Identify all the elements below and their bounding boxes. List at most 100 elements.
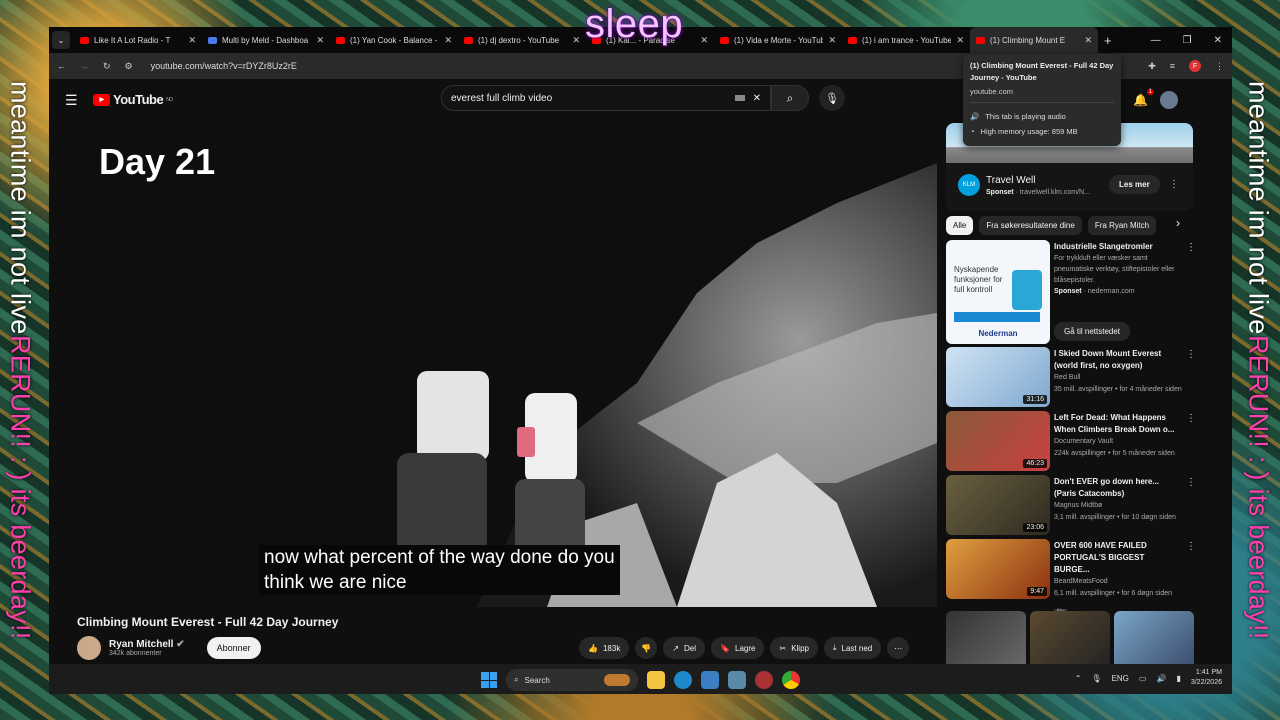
related-sidebar: KLM Travel Well Sponset · travelwell.klm… — [946, 123, 1196, 694]
guide-menu-icon[interactable]: ☰ — [65, 92, 78, 109]
volume-icon[interactable]: 🔊 — [1156, 674, 1166, 683]
video-menu-icon[interactable]: ⋮ — [1186, 413, 1196, 424]
browser-tab[interactable]: (1) i am trance - YouTube ✕ — [842, 27, 970, 53]
back-button[interactable]: ← — [57, 61, 66, 71]
verified-icon: ✔ — [176, 639, 185, 650]
browser-tab[interactable]: Like It A Lot Radio - T ✕ — [74, 27, 202, 53]
app-icon[interactable] — [728, 671, 746, 689]
recommended-meta: 3,1 mill. avspillinger • for 10 døgn sid… — [1054, 514, 1176, 521]
browser-tab[interactable]: (1) Yan Cook - Balance - Y ✕ — [330, 27, 458, 53]
chip-all[interactable]: Alle — [946, 216, 974, 235]
recommended-video[interactable]: 9:47 OVER 600 HAVE FAILED PORTUGAL'S BIGG… — [946, 539, 1196, 615]
ad-menu-icon[interactable]: ⋮ — [1169, 179, 1179, 190]
close-tab-icon[interactable]: ✕ — [188, 35, 196, 46]
close-tab-icon[interactable]: ✕ — [444, 35, 452, 46]
close-tab-icon[interactable]: ✕ — [316, 35, 324, 46]
thumbnail[interactable] — [1114, 611, 1194, 671]
close-tab-icon[interactable]: ✕ — [572, 35, 580, 46]
video-menu-icon[interactable]: ⋮ — [1186, 349, 1196, 360]
network-icon[interactable]: ▭ — [1139, 674, 1147, 683]
recommended-video[interactable]: 46:23 Left For Dead: What Happens When Cl… — [946, 411, 1196, 473]
tray-overflow-icon[interactable]: ⌃ — [1075, 674, 1082, 683]
more-actions-button[interactable]: ⋯ — [887, 637, 910, 659]
visit-site-button[interactable]: Gå til nettstedet — [1054, 322, 1131, 341]
reading-list-icon[interactable]: ≡ — [1170, 61, 1175, 71]
video-title: Climbing Mount Everest - Full 42 Day Jou… — [77, 615, 339, 629]
youtube-favicon-icon — [720, 36, 729, 44]
battery-icon[interactable]: ▮ — [1176, 674, 1180, 683]
thumbnail[interactable] — [1030, 611, 1110, 671]
sponsored-menu-icon[interactable]: ⋮ — [1186, 242, 1196, 253]
maximize-button[interactable]: ❐ — [1183, 35, 1192, 46]
video-thumbnail: 23:06 — [946, 475, 1050, 535]
close-tab-icon[interactable]: ✕ — [700, 35, 708, 46]
chip-from-channel[interactable]: Fra Ryan Mitch — [1087, 216, 1157, 235]
keyboard-icon[interactable] — [734, 95, 745, 101]
channel-row: Ryan Mitchell ✔ 342k abonnenter Abonner — [77, 636, 261, 660]
close-tab-icon[interactable]: ✕ — [1084, 35, 1092, 46]
sponsored-video[interactable]: Nyskapende funksjoner for full kontroll … — [946, 240, 1196, 344]
video-day-label: Day 21 — [99, 141, 216, 182]
video-menu-icon[interactable]: ⋮ — [1186, 541, 1196, 552]
reload-button[interactable]: ↻ — [103, 61, 111, 72]
new-tab-button[interactable]: + — [1104, 33, 1112, 48]
search-input[interactable]: everest full climb video ✕ — [441, 85, 771, 111]
thumbnail[interactable] — [946, 611, 1026, 671]
site-info-icon[interactable]: ⚙ — [125, 61, 133, 72]
file-explorer-icon[interactable] — [647, 671, 665, 689]
close-tab-icon[interactable]: ✕ — [828, 35, 836, 46]
recommended-channel: BeardMeatsFood — [1054, 578, 1108, 585]
search-button[interactable]: ⌕ — [771, 85, 809, 111]
recommended-title: OVER 600 HAVE FAILED PORTUGAL'S BIGGEST … — [1054, 541, 1147, 574]
channel-name[interactable]: Ryan Mitchell ✔ — [109, 639, 185, 650]
channel-avatar[interactable] — [77, 636, 101, 660]
clear-search-icon[interactable]: ✕ — [753, 93, 761, 104]
video-thumbnail: 9:47 — [946, 539, 1050, 599]
browser-menu-icon[interactable]: ⋮ — [1215, 61, 1224, 72]
chips-next-icon[interactable]: › — [1176, 216, 1180, 230]
windows-start-icon[interactable] — [481, 672, 497, 688]
video-menu-icon[interactable]: ⋮ — [1186, 477, 1196, 488]
video-actions: 👍 183k 👎 ↗ Del 🔖 Lagre ✂ Klipp ⤓ Last ned ⋯ — [579, 637, 910, 659]
youtube-favicon-icon — [336, 36, 345, 44]
profile-avatar[interactable]: F — [1189, 60, 1201, 72]
dislike-button[interactable]: 👎 — [635, 637, 658, 659]
recommended-video[interactable]: 23:06 Don't EVER go down here... (Paris C… — [946, 475, 1196, 537]
language-indicator[interactable]: ENG — [1112, 674, 1129, 683]
mic-tray-icon[interactable]: 🎙 — [1091, 674, 1101, 683]
recommended-video[interactable]: 31:16 I Skied Down Mount Everest (world f… — [946, 347, 1196, 409]
tab-search-button[interactable]: ⌄ — [52, 31, 70, 49]
download-button[interactable]: ⤓ Last ned — [823, 637, 882, 659]
subscribe-button[interactable]: Abonner — [206, 637, 261, 659]
close-tab-icon[interactable]: ✕ — [956, 35, 964, 46]
browser-tab[interactable]: Multi by Meld - Dashboa ✕ — [202, 27, 330, 53]
minimize-button[interactable]: — — [1151, 35, 1161, 46]
media-app-icon[interactable] — [755, 671, 773, 689]
notifications-bell-icon[interactable]: 🔔 1 — [1133, 89, 1154, 107]
browser-tab[interactable]: (1) dj dextro - YouTube ✕ — [458, 27, 586, 53]
video-player[interactable]: Day 21 now what percent of the way done … — [77, 123, 937, 607]
extensions-icon[interactable]: ✚ — [1148, 61, 1156, 72]
voice-search-button[interactable]: 🎙 — [819, 85, 845, 111]
browser-window: ⌄ Like It A Lot Radio - T ✕ Multi by Meld … — [49, 27, 1232, 694]
like-button[interactable]: 👍 183k — [579, 637, 630, 659]
clock[interactable]: 1:41 PM 3/22/2026 — [1191, 668, 1222, 688]
youtube-logo[interactable]: ▶ YouTube NO — [93, 92, 173, 107]
share-button[interactable]: ↗ Del — [663, 637, 706, 659]
store-icon[interactable] — [701, 671, 719, 689]
clip-button[interactable]: ✂ Klipp — [770, 637, 818, 659]
forward-button[interactable]: → — [80, 61, 89, 71]
taskbar-search[interactable]: ⌕ Search — [506, 669, 638, 691]
account-avatar[interactable] — [1159, 91, 1178, 109]
edge-icon[interactable] — [674, 671, 692, 689]
chrome-icon[interactable] — [782, 671, 800, 689]
browser-tab[interactable]: (1) Vida e Morte - YouTub ✕ — [714, 27, 842, 53]
klm-logo: KLM — [958, 174, 980, 196]
close-window-button[interactable]: ✕ — [1214, 35, 1222, 46]
chip-from-search[interactable]: Fra søkeresultatene dine — [979, 216, 1082, 235]
video-caption: now what percent of the way done do you … — [259, 545, 620, 595]
browser-tab[interactable]: (1) Climbing Mount E ✕ — [970, 27, 1098, 53]
ad-cta-button[interactable]: Les mer — [1109, 175, 1160, 194]
url-field[interactable]: youtube.com/watch?v=rDYZr8Uz2rE — [151, 61, 297, 71]
save-button[interactable]: 🔖 Lagre — [711, 637, 765, 659]
